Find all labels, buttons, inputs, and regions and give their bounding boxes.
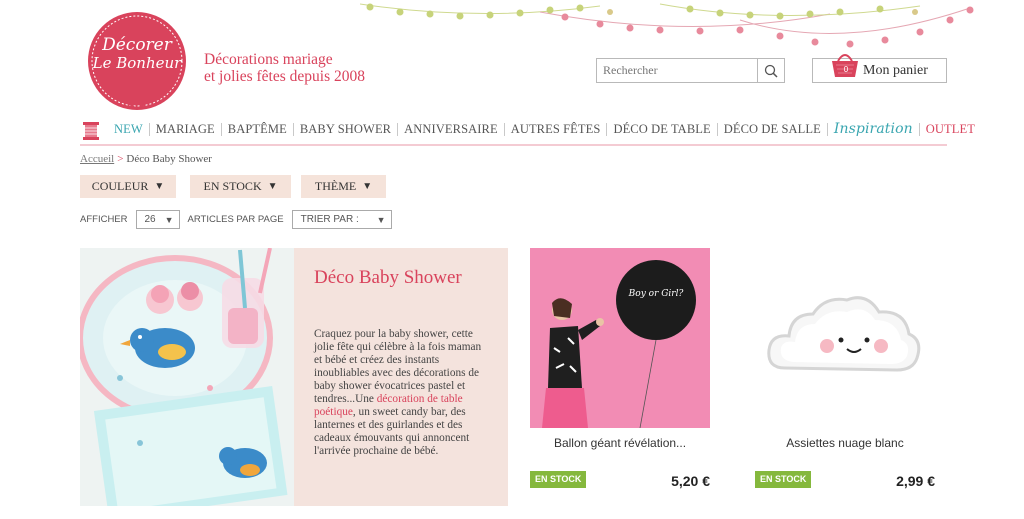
breadcrumb: Accueil > Déco Baby Shower [80,153,212,165]
cart-label: Mon panier [863,62,928,78]
filter-en-stock-dropdown[interactable]: EN STOCK ▼ [190,175,291,198]
nav-item-baby-shower[interactable]: BABY SHOWER [294,123,399,136]
per-page-value: 26 [144,214,156,225]
dropdown-arrow-icon: ▼ [154,181,165,192]
product-name[interactable]: Ballon géant révélation... [530,436,710,450]
product-price: 5,20 € [671,473,710,489]
filter-theme-label: THÈME [314,179,357,193]
product-name[interactable]: Assiettes nuage blanc [755,436,935,450]
show-label: AFFICHER [80,214,128,225]
tagline-line-1: Décorations mariage [204,51,333,68]
product-card[interactable]: Assiettes nuage blanc EN STOCK 2,99 € [755,248,935,489]
nav-item-outlet[interactable]: OUTLET [920,123,981,136]
nav-item-deco-de-salle[interactable]: DÉCO DE SALLE [718,123,828,136]
dropdown-arrow-icon: ▼ [267,181,278,192]
filter-couleur-dropdown[interactable]: COULEUR ▼ [80,175,176,198]
product-price: 2,99 € [896,473,935,489]
cart-button[interactable]: 0 Mon panier [812,54,947,83]
per-page-select[interactable]: 26 ▼ [135,210,180,229]
stock-badge: EN STOCK [755,471,812,488]
breadcrumb-current: Déco Baby Shower [126,153,212,165]
sort-select[interactable]: TRIER PAR : ▼ [291,210,392,229]
filter-couleur-label: COULEUR [91,179,149,193]
search-icon [764,64,778,78]
search-input[interactable] [597,59,757,82]
sort-value: TRIER PAR : [300,214,359,225]
nav-item-anniversaire[interactable]: ANNIVERSAIRE [398,123,505,136]
breadcrumb-separator: > [117,153,124,165]
listing-controls: AFFICHER 26 ▼ ARTICLES PAR PAGE TRIER PA… [80,209,392,230]
balloon-text: Boy or Girl? [628,289,684,299]
garland-decoration [360,3,974,48]
search-box [596,58,785,83]
product-card[interactable]: Boy or Girl? Ballon géant révélation... … [530,248,710,489]
dropdown-arrow-icon: ▼ [164,214,174,225]
cart-count: 0 [843,65,849,74]
category-description: Craquez pour la baby shower, cette jolie… [314,328,482,458]
breadcrumb-home-link[interactable]: Accueil [80,153,114,165]
tagline-line-2: et jolies fêtes depuis 2008 [204,68,365,85]
filter-theme-dropdown[interactable]: THÈME ▼ [301,175,386,198]
product-image-cloud-plates [755,248,935,428]
nav-item-autres-fetes[interactable]: AUTRES FÊTES [505,123,608,136]
brand-tagline: Décorations mariage et jolies fêtes depu… [204,51,365,85]
logo-line-2: Le Bonheur [92,54,182,72]
stock-badge: EN STOCK [530,471,587,488]
baby-shower-table-image [80,248,294,506]
per-page-label: ARTICLES PAR PAGE [187,214,284,225]
brand-logo-text: Décorer Le Bonheur [86,36,188,72]
thread-spool-icon [83,122,99,140]
logo-line-1: Décorer [102,35,172,55]
main-nav: NEW MARIAGE BAPTÊME BABY SHOWER ANNIVERS… [80,116,975,146]
filter-en-stock-label: EN STOCK [203,179,262,193]
nav-item-bapteme[interactable]: BAPTÊME [222,123,294,136]
basket-icon [832,54,858,77]
nav-item-mariage[interactable]: MARIAGE [150,123,222,136]
dropdown-arrow-icon: ▼ [376,214,386,225]
product-image-balloon: Boy or Girl? [530,248,710,429]
dropdown-arrow-icon: ▼ [362,181,373,192]
nav-item-deco-de-table[interactable]: DÉCO DE TABLE [607,123,718,136]
search-button[interactable] [757,59,784,82]
category-title: Déco Baby Shower [314,267,462,288]
nav-item-new[interactable]: NEW [108,123,150,136]
nav-items: NEW MARIAGE BAPTÊME BABY SHOWER ANNIVERS… [108,122,981,136]
nav-item-inspiration[interactable]: Inspiration [828,122,920,136]
category-hero: Déco Baby Shower Craquez pour la baby sh… [80,248,508,506]
